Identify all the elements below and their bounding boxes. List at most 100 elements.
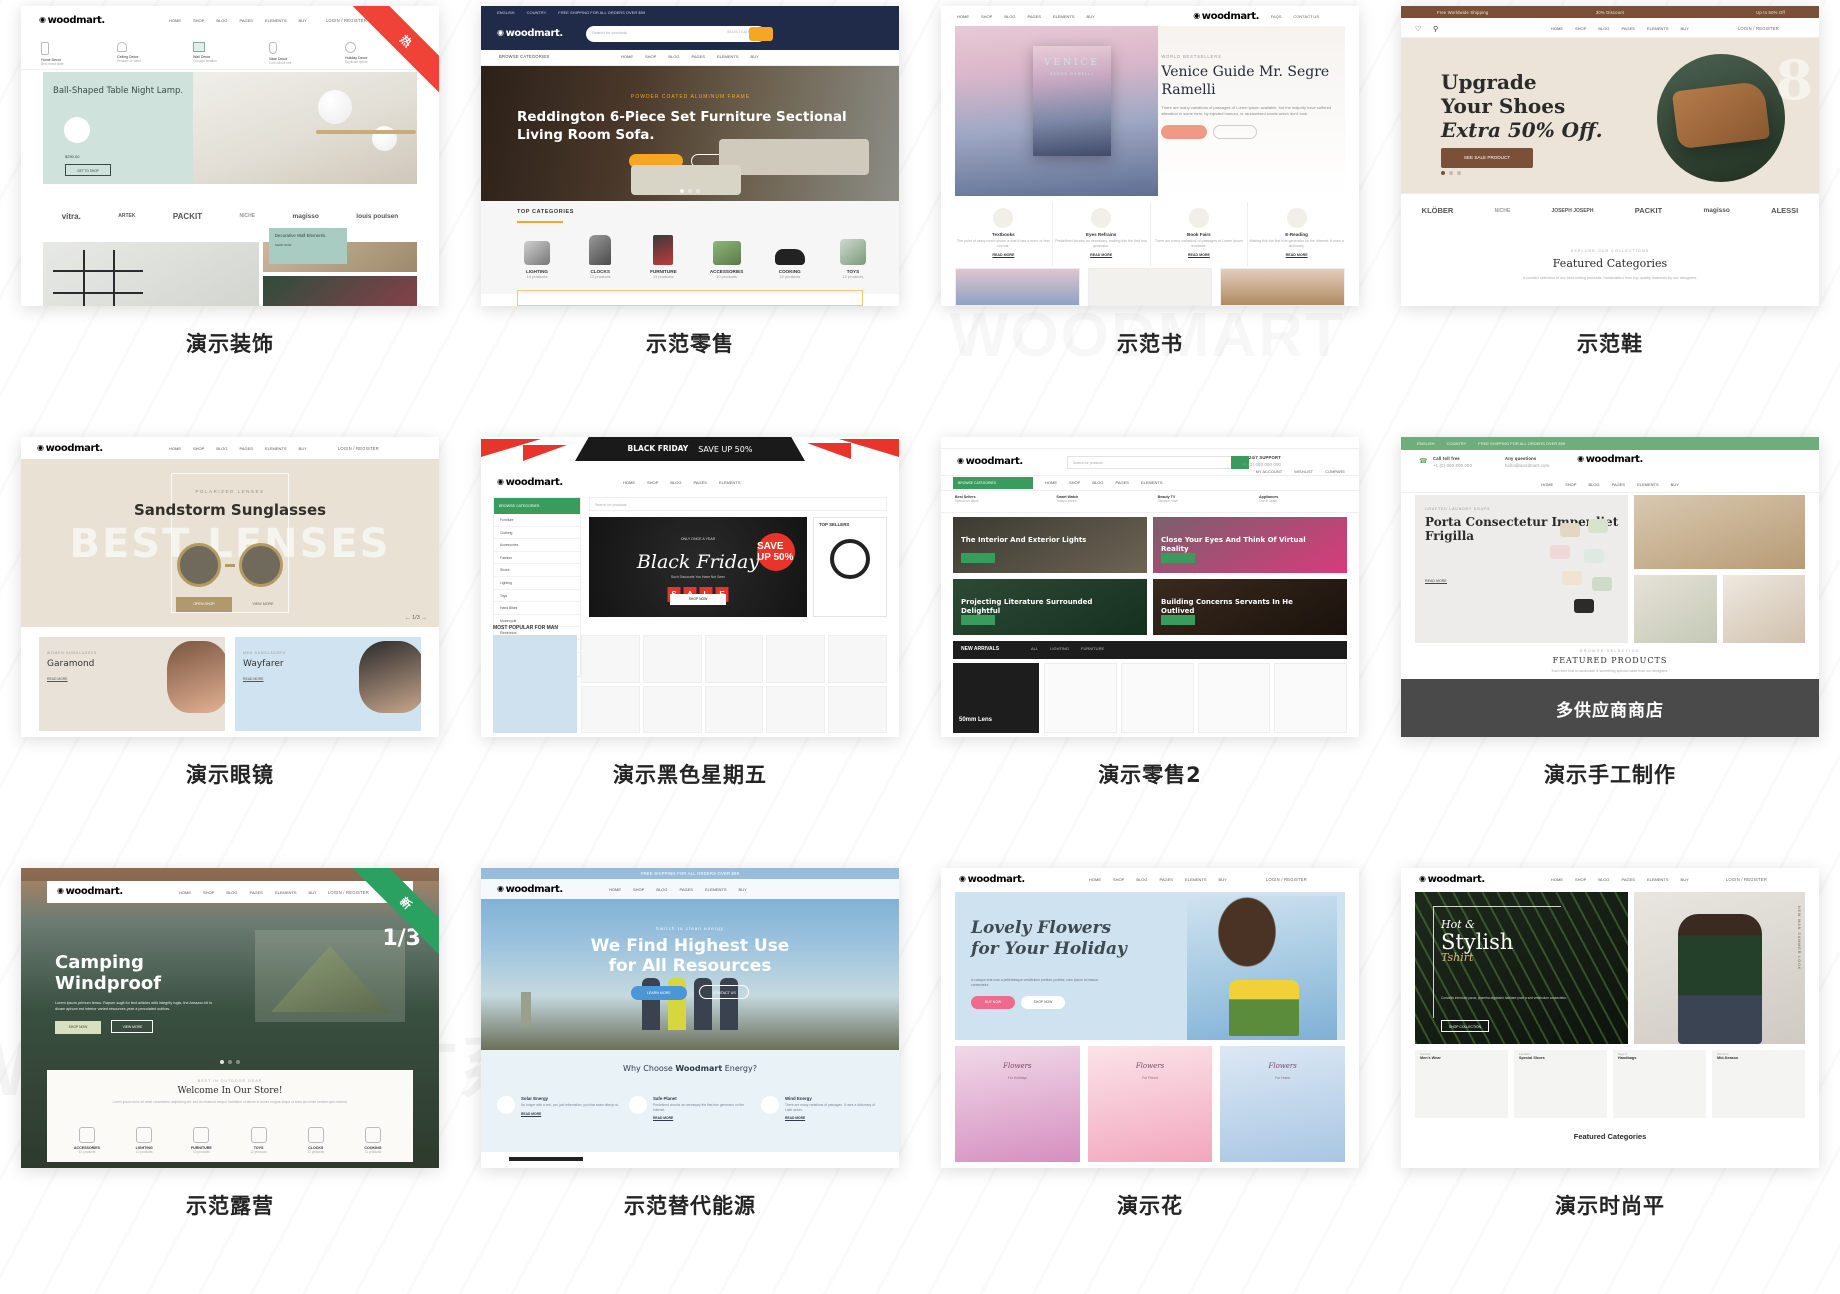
category-item[interactable]: LIGHTING 12 products	[118, 1127, 170, 1154]
demo-thumbnail-fashion-flat[interactable]: woodmart. HOMESHOPBLOGPAGESELEMENTSBUY L…	[1401, 868, 1819, 1168]
category-item[interactable]: TOYS 12 products	[827, 229, 879, 279]
category-item[interactable]: FURNITURE 11 products	[637, 229, 689, 279]
hero-secondary-button[interactable]: VIEW MORE	[240, 597, 286, 612]
sidebar-item[interactable]: Lighting	[494, 577, 580, 590]
promo-tile[interactable]: Close Your Eyes And Think Of Virtual Rea…	[1153, 517, 1347, 573]
promo-tile[interactable]: Building Concerns Servants In He Outlive…	[1153, 579, 1347, 635]
feature-item[interactable]: Smart Watch Today's prices	[1056, 495, 1142, 503]
category-item[interactable]: COOKING 12 products	[764, 229, 816, 279]
demo-thumbnail-shoes[interactable]: Free Worldwide Shipping 30% Discount Up …	[1401, 6, 1819, 306]
sidebar-item[interactable]: Shoes	[494, 564, 580, 577]
product-cell[interactable]	[1274, 663, 1347, 733]
demo-card-retail[interactable]: ENGLISH COUNTRY FREE SHIPPING FOR ALL ORDE…	[460, 0, 920, 431]
gallery-tile[interactable]	[1087, 268, 1213, 306]
hero-secondary-button[interactable]: CONTACT US	[699, 985, 750, 999]
promo-card[interactable]: Flowers For Friend	[1087, 1046, 1213, 1162]
mosaic-tile[interactable]	[1634, 575, 1717, 643]
hero-secondary-button[interactable]: VIEW MORE	[111, 1020, 154, 1034]
demo-thumbnail-retail[interactable]: ENGLISH COUNTRY FREE SHIPPING FOR ALL ORDE…	[481, 6, 899, 306]
hero-primary-button[interactable]: OPEN SHOP	[176, 597, 232, 612]
gallery-tile[interactable]	[955, 268, 1080, 306]
product-card[interactable]: Bags & Handbags	[1613, 1050, 1706, 1118]
product-cell[interactable]	[642, 635, 702, 683]
demo-card-glasses[interactable]: woodmart. HOMESHOPBLOGPAGESELEMENTSBUY L…	[0, 431, 460, 862]
promo-tile[interactable]: Projecting Literature Surrounded Delight…	[953, 579, 1147, 635]
product-card[interactable]: Fantastic Special Shoes	[1514, 1050, 1607, 1118]
search-input[interactable]: Search for products	[1067, 456, 1237, 469]
product-cell[interactable]	[1044, 663, 1117, 733]
product-cell[interactable]	[704, 685, 764, 733]
demo-card-energy[interactable]: FREE SHIPPING FOR ALL ORDERS OVER $99 wo…	[460, 862, 920, 1293]
banner-button[interactable]: SHOP NOW	[670, 594, 726, 605]
hero-primary-button[interactable]	[1161, 125, 1208, 139]
product-tile[interactable]: MEN SUNGLASSES Wayfarer READ MORE	[235, 637, 421, 731]
hero-secondary-button[interactable]	[1213, 125, 1258, 139]
featured-product[interactable]: 50mm Lens	[953, 663, 1039, 733]
feature-item[interactable]: Appliances Live in deals	[1259, 495, 1345, 503]
slider-counter[interactable]: ← 1/3 →	[405, 615, 427, 621]
product-cell[interactable]	[1120, 663, 1194, 733]
product-cell[interactable]	[704, 635, 764, 683]
category-item[interactable]: COOKING 11 products	[347, 1127, 399, 1154]
demo-thumbnail-handmade[interactable]: ENGLISH COUNTRY FREE SHIPPING FOR ALL ORDE…	[1401, 437, 1819, 737]
demo-card-camping[interactable]: 新 woodmart. HOMESHOPBLOGPAGESELEMENTSBUY…	[0, 862, 460, 1293]
demo-thumbnail-energy[interactable]: FREE SHIPPING FOR ALL ORDERS OVER $99 wo…	[481, 868, 899, 1168]
promo-button[interactable]	[1161, 553, 1195, 563]
category-item[interactable]: CLOCKS 12 products	[574, 229, 626, 279]
product-card[interactable]: Women's Mid-Season	[1712, 1050, 1805, 1118]
demo-thumbnail-camping[interactable]: 新 woodmart. HOMESHOPBLOGPAGESELEMENTSBUY…	[21, 868, 439, 1168]
slider-dots[interactable]	[680, 189, 700, 193]
promo-button[interactable]	[961, 615, 995, 625]
category-item[interactable]: LIGHTING 14 products	[511, 229, 563, 279]
demo-thumbnail-black-friday[interactable]: BLACK FRIDAYSAVE UP 50% woodmart. HOMESH…	[481, 437, 899, 737]
product-tile[interactable]: WOMEN SUNGLASSES Garamond READ MORE	[39, 637, 225, 731]
wishlist-icon[interactable]: ♡	[1415, 25, 1421, 33]
sidebar-item[interactable]: Toys	[494, 590, 580, 603]
demo-card-retail-2[interactable]: woodmart. Search for products 24/7 SUPPO…	[920, 431, 1380, 862]
hero-cta-button[interactable]: GET TO SHOP	[65, 164, 111, 176]
hero-primary-button[interactable]: SHOP NOW	[55, 1021, 101, 1035]
account-link[interactable]: LOGIN / REGISTER	[1726, 877, 1767, 882]
sidebar-item[interactable]: Furniture	[494, 514, 580, 527]
category-item[interactable]: ACCESSORIES 12 products	[61, 1127, 113, 1154]
sidebar-item[interactable]: Fashion	[494, 552, 580, 565]
demo-thumbnail-book[interactable]: HOMESHOPBLOGPAGESELEMENTSBUY woodmart. F…	[941, 6, 1359, 306]
demo-card-handmade[interactable]: ENGLISH COUNTRY FREE SHIPPING FOR ALL ORDE…	[1380, 431, 1840, 862]
demo-thumbnail-retail-2[interactable]: woodmart. Search for products 24/7 SUPPO…	[941, 437, 1359, 737]
sidebar-item[interactable]: Accessories	[494, 539, 580, 552]
demo-thumbnail-glasses[interactable]: woodmart. HOMESHOPBLOGPAGESELEMENTSBUY L…	[21, 437, 439, 737]
product-cell[interactable]	[581, 635, 640, 683]
demo-card-book[interactable]: HOMESHOPBLOGPAGESELEMENTSBUY woodmart. F…	[920, 0, 1380, 431]
product-cell[interactable]	[581, 685, 640, 733]
slider-dots[interactable]	[220, 1060, 240, 1064]
hero-button[interactable]: READ MORE	[1425, 579, 1447, 584]
product-cell[interactable]	[828, 685, 887, 733]
demo-card-shoes[interactable]: Free Worldwide Shipping 30% Discount Up …	[1380, 0, 1840, 431]
promo-card[interactable]: Flowers For Home	[1220, 1046, 1346, 1162]
browse-categories-button[interactable]: BROWSE CATEGORIES	[953, 477, 1033, 489]
category-item[interactable]: TOYS 12 products	[233, 1127, 285, 1154]
feature-item[interactable]: Beauty TV Discover more	[1158, 495, 1244, 503]
category-item[interactable]: ACCESSORIES 10 products	[701, 229, 753, 279]
demo-card-fashion-flat[interactable]: woodmart. HOMESHOPBLOGPAGESELEMENTSBUY L…	[1380, 862, 1840, 1293]
product-cell[interactable]	[1197, 663, 1271, 733]
search-input[interactable]: Search for products SELECT CATEGORY	[586, 26, 766, 42]
featured-product[interactable]	[493, 635, 577, 733]
hero-button[interactable]: SHOP COLLECTION	[1441, 1020, 1489, 1032]
search-icon[interactable]: ⚲	[1433, 25, 1438, 33]
browse-categories-button[interactable]: BROWSE CATEGORIES	[499, 54, 549, 59]
promo-button[interactable]	[1161, 615, 1195, 625]
product-cell[interactable]	[828, 635, 887, 683]
mosaic-tile[interactable]	[1722, 575, 1806, 643]
demo-card-flowers[interactable]: woodmart. HOMESHOPBLOGPAGESELEMENTSBUY L…	[920, 862, 1380, 1293]
search-button[interactable]	[749, 27, 773, 41]
sidebar-item[interactable]: Clothing	[494, 527, 580, 540]
product-card[interactable]: Summer Men's Wear	[1415, 1050, 1508, 1118]
category-item[interactable]: CLOCKS 12 products	[290, 1127, 342, 1154]
slider-dots[interactable]	[1441, 171, 1461, 175]
hero-primary-button[interactable]: LEARN MORE	[630, 986, 687, 1000]
mosaic-tile[interactable]	[1634, 495, 1805, 570]
product-cell[interactable]	[766, 685, 826, 733]
hero-primary-button[interactable]: BUY NOW	[971, 996, 1015, 1009]
category-item[interactable]: FURNITURE 10 products	[175, 1127, 227, 1154]
